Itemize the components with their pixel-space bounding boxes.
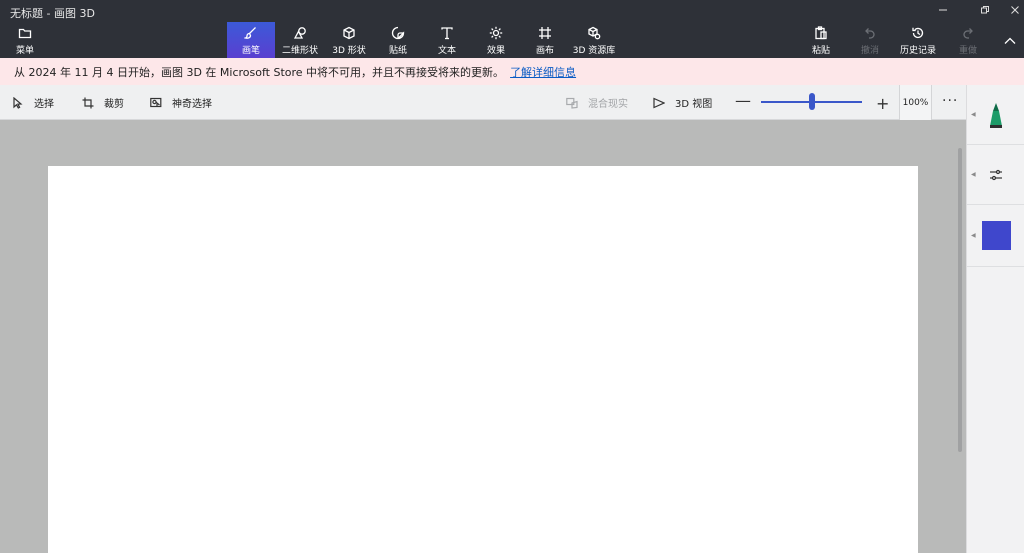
history-label: 历史记录 [899,46,936,56]
chevron-up-icon [1004,37,1016,44]
tab-canvas[interactable]: 画布 [530,22,560,58]
caret-left-icon: ◀ [971,171,976,178]
notice-text: 从 2024 年 11 月 4 日开始，画图 3D 在 Microsoft St… [14,65,505,79]
side-panel: ◀ ◀ ◀ [966,85,1024,553]
brush-icon [244,27,256,39]
minimize-icon [939,9,947,11]
history-icon [912,27,924,39]
paste-button[interactable]: 粘贴 [808,22,834,58]
tab-label: 画笔 [241,46,260,56]
color-picker-button[interactable]: ◀ [967,205,1024,267]
caret-left-icon: ◀ [971,232,976,239]
caret-left-icon: ◀ [971,111,976,118]
restore-button[interactable] [970,0,1000,20]
undo-label: 撤消 [860,46,879,56]
crop-button[interactable]: 裁剪 [82,85,124,120]
zoom-slider-thumb[interactable] [808,93,815,110]
view-3d-icon [653,97,665,108]
deprecation-notice: 从 2024 年 11 月 4 日开始，画图 3D 在 Microsoft St… [0,58,1024,85]
sticker-icon [391,26,405,40]
tab-2d-shapes[interactable]: 二维形状 [278,22,322,58]
title-bar: 无标题 - 画图 3D 菜单 画笔 二维形状 3D 形状 贴纸 文本 效果 画布 [0,0,1024,58]
close-button[interactable] [1000,0,1024,20]
brush-tool-selector[interactable]: ◀ [967,85,1024,145]
tab-label: 3D 形状 [332,46,366,56]
workspace[interactable] [0,120,966,553]
clipboard-icon [815,26,827,40]
canvas-icon [539,27,551,39]
menu-button[interactable]: 菜单 [8,22,42,58]
cursor-icon [13,96,23,109]
zoom-percent[interactable]: 100% [899,85,932,120]
sliders-icon [990,169,1002,180]
adjust-settings-button[interactable]: ◀ [967,145,1024,205]
mixed-reality-icon [566,97,578,109]
learn-more-link[interactable]: 了解详细信息 [510,64,576,80]
tab-label: 贴纸 [388,46,407,56]
library-icon [588,26,601,40]
redo-button[interactable]: 重做 [954,22,982,58]
close-icon [1011,6,1019,14]
shapes-2d-icon [293,27,306,39]
redo-icon [963,28,973,39]
view-3d-label: 3D 视图 [675,99,713,110]
tab-3d-shapes[interactable]: 3D 形状 [329,22,369,58]
vertical-scrollbar[interactable] [958,148,962,452]
minimize-button[interactable] [928,0,958,20]
tab-brushes[interactable]: 画笔 [227,22,275,58]
sun-icon [489,26,503,40]
drawing-canvas[interactable] [48,166,918,553]
text-icon [441,27,453,40]
tab-text[interactable]: 文本 [432,22,462,58]
marker-icon [990,102,1002,128]
magic-select-button[interactable]: 神奇选择 [150,85,212,120]
zoom-in-button[interactable]: + [876,94,889,113]
collapse-ribbon-button[interactable] [998,22,1022,58]
tab-effects[interactable]: 效果 [481,22,511,58]
zoom-out-button[interactable]: — [735,93,751,109]
magic-select-label: 神奇选择 [172,99,212,110]
undo-icon [865,28,875,39]
crop-icon [82,97,94,108]
cube-icon [343,26,355,40]
redo-label: 重做 [958,46,977,56]
crop-label: 裁剪 [104,99,124,110]
mixed-reality-label: 混合现实 [588,99,628,110]
select-label: 选择 [34,99,54,110]
selected-color-swatch [981,221,1011,250]
select-button[interactable]: 选择 [12,85,54,120]
restore-icon [981,6,989,14]
tab-label: 画布 [535,46,554,56]
window-title: 无标题 - 画图 3D [10,7,95,20]
view-3d-button[interactable]: 3D 视图 [653,85,712,120]
tab-label: 3D 资源库 [572,46,616,56]
tab-label: 二维形状 [281,46,318,56]
magic-select-icon [150,97,162,107]
folder-icon [18,28,32,39]
more-options-button[interactable]: ··· [942,93,958,109]
tab-3d-library[interactable]: 3D 资源库 [572,22,616,58]
mixed-reality-button[interactable]: 混合现实 [566,85,628,120]
paste-label: 粘贴 [811,46,830,56]
undo-button[interactable]: 撤消 [856,22,884,58]
history-button[interactable]: 历史记录 [897,22,939,58]
tab-stickers[interactable]: 贴纸 [383,22,413,58]
tab-label: 文本 [437,46,456,56]
tab-label: 效果 [486,46,505,56]
menu-label: 菜单 [15,46,34,56]
